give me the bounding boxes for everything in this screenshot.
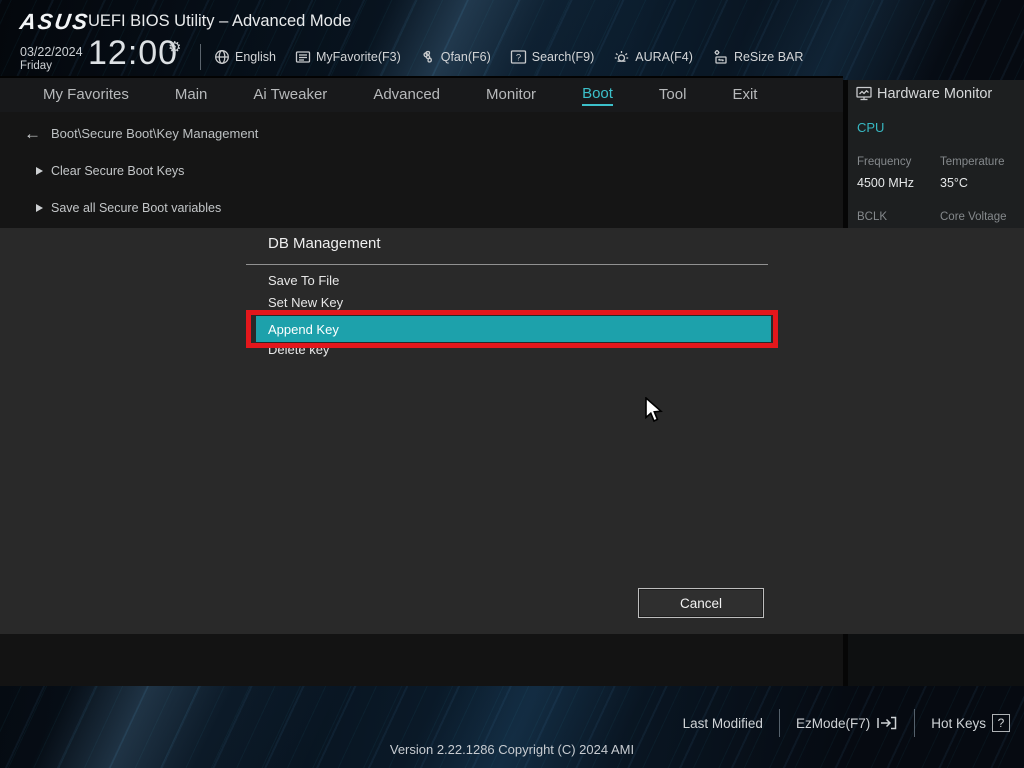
last-modified-label: Last Modified	[683, 716, 763, 731]
footer-bar: Last Modified EzMode(F7) Hot Keys ?	[683, 708, 1010, 738]
annotation-highlight-box	[246, 310, 778, 348]
myfavorite-button[interactable]: MyFavorite(F3)	[295, 49, 401, 65]
menu-ai-tweaker[interactable]: Ai Tweaker	[253, 86, 327, 105]
entry-clear-secure-boot-keys[interactable]: Clear Secure Boot Keys	[36, 164, 184, 178]
myfavorite-label: MyFavorite(F3)	[316, 50, 401, 64]
monitor-icon	[855, 85, 873, 102]
aura-button[interactable]: AURA(F4)	[613, 49, 693, 65]
db-management-dialog: DB Management Save To File Set New Key A…	[0, 228, 1024, 634]
resize-bar-icon	[712, 49, 729, 65]
menu-monitor[interactable]: Monitor	[486, 86, 536, 105]
entry-save-all-secure-boot-variables[interactable]: Save all Secure Boot variables	[36, 201, 221, 215]
dialog-title: DB Management	[268, 235, 381, 252]
hot-keys-button[interactable]: Hot Keys ?	[931, 714, 1010, 732]
search-button[interactable]: ? Search(F9)	[510, 49, 595, 65]
menu-boot[interactable]: Boot	[582, 85, 613, 106]
arrow-right-icon	[36, 204, 43, 212]
globe-icon	[214, 49, 230, 65]
mouse-cursor	[644, 397, 666, 430]
hardware-monitor-title: Hardware Monitor	[877, 86, 992, 102]
sidebar-lower-band	[848, 634, 1024, 686]
aura-icon	[613, 49, 630, 65]
clock-settings-gear-icon[interactable]: ⚙	[168, 38, 181, 56]
language-button[interactable]: English	[214, 49, 276, 65]
menu-tool[interactable]: Tool	[659, 86, 687, 105]
cpu-section-label: CPU	[857, 120, 884, 135]
search-label: Search(F9)	[532, 50, 595, 64]
main-menu-bar: My Favorites Main Ai Tweaker Advanced Mo…	[0, 76, 843, 112]
breadcrumb-path: Boot\Secure Boot\Key Management	[51, 126, 258, 141]
dialog-divider	[246, 264, 768, 265]
cancel-button[interactable]: Cancel	[638, 588, 764, 618]
qfan-label: Qfan(F6)	[441, 50, 491, 64]
ezmode-label: EzMode(F7)	[796, 716, 870, 731]
hot-keys-label: Hot Keys	[931, 716, 986, 731]
temperature-value: 35°C	[940, 176, 968, 190]
menu-my-favorites[interactable]: My Favorites	[43, 86, 129, 105]
app-title: UEFI BIOS Utility – Advanced Mode	[88, 12, 351, 31]
menu-advanced[interactable]: Advanced	[373, 86, 440, 105]
bios-version-text: Version 2.22.1286 Copyright (C) 2024 AMI	[0, 742, 1024, 757]
day-text: Friday	[20, 60, 83, 72]
asus-logo: ASUS	[18, 9, 91, 35]
arrow-right-icon	[36, 167, 43, 175]
qfan-button[interactable]: Qfan(F6)	[420, 49, 491, 65]
svg-text:?: ?	[516, 52, 521, 63]
language-label: English	[235, 50, 276, 64]
option-set-new-key[interactable]: Set New Key	[268, 295, 343, 310]
menu-main[interactable]: Main	[175, 86, 208, 105]
hot-keys-question-icon: ?	[992, 714, 1010, 732]
resize-bar-label: ReSize BAR	[734, 50, 803, 64]
date-block: 03/22/2024 Friday	[20, 45, 83, 72]
frequency-value: 4500 MHz	[857, 176, 914, 190]
header-divider	[200, 44, 201, 70]
ezmode-button[interactable]: EzMode(F7)	[796, 715, 898, 731]
content-lower-band	[0, 634, 843, 686]
option-save-to-file[interactable]: Save To File	[268, 273, 339, 288]
aura-label: AURA(F4)	[635, 50, 693, 64]
clock: 12:00	[88, 34, 178, 73]
temperature-label: Temperature	[940, 156, 1005, 168]
back-arrow-icon[interactable]: ←	[24, 125, 41, 142]
ezmode-enter-icon	[876, 715, 898, 731]
core-voltage-label: Core Voltage	[940, 211, 1007, 223]
resize-bar-button[interactable]: ReSize BAR	[712, 49, 803, 65]
entry-label: Save all Secure Boot variables	[51, 201, 221, 215]
search-icon: ?	[510, 49, 527, 65]
frequency-label: Frequency	[857, 156, 911, 168]
breadcrumb[interactable]: ← Boot\Secure Boot\Key Management	[24, 125, 258, 142]
fan-icon	[420, 49, 436, 65]
footer-divider	[779, 709, 780, 737]
last-modified-button[interactable]: Last Modified	[683, 716, 763, 731]
menu-exit[interactable]: Exit	[732, 86, 757, 105]
entry-label: Clear Secure Boot Keys	[51, 164, 184, 178]
favorite-list-icon	[295, 49, 311, 65]
bclk-label: BCLK	[857, 211, 887, 223]
header-toolbar: English MyFavorite(F3) Qfan(F6) ? Search…	[214, 44, 803, 70]
hardware-monitor-header: Hardware Monitor	[855, 85, 992, 102]
date-text: 03/22/2024	[20, 45, 83, 59]
footer-divider	[914, 709, 915, 737]
